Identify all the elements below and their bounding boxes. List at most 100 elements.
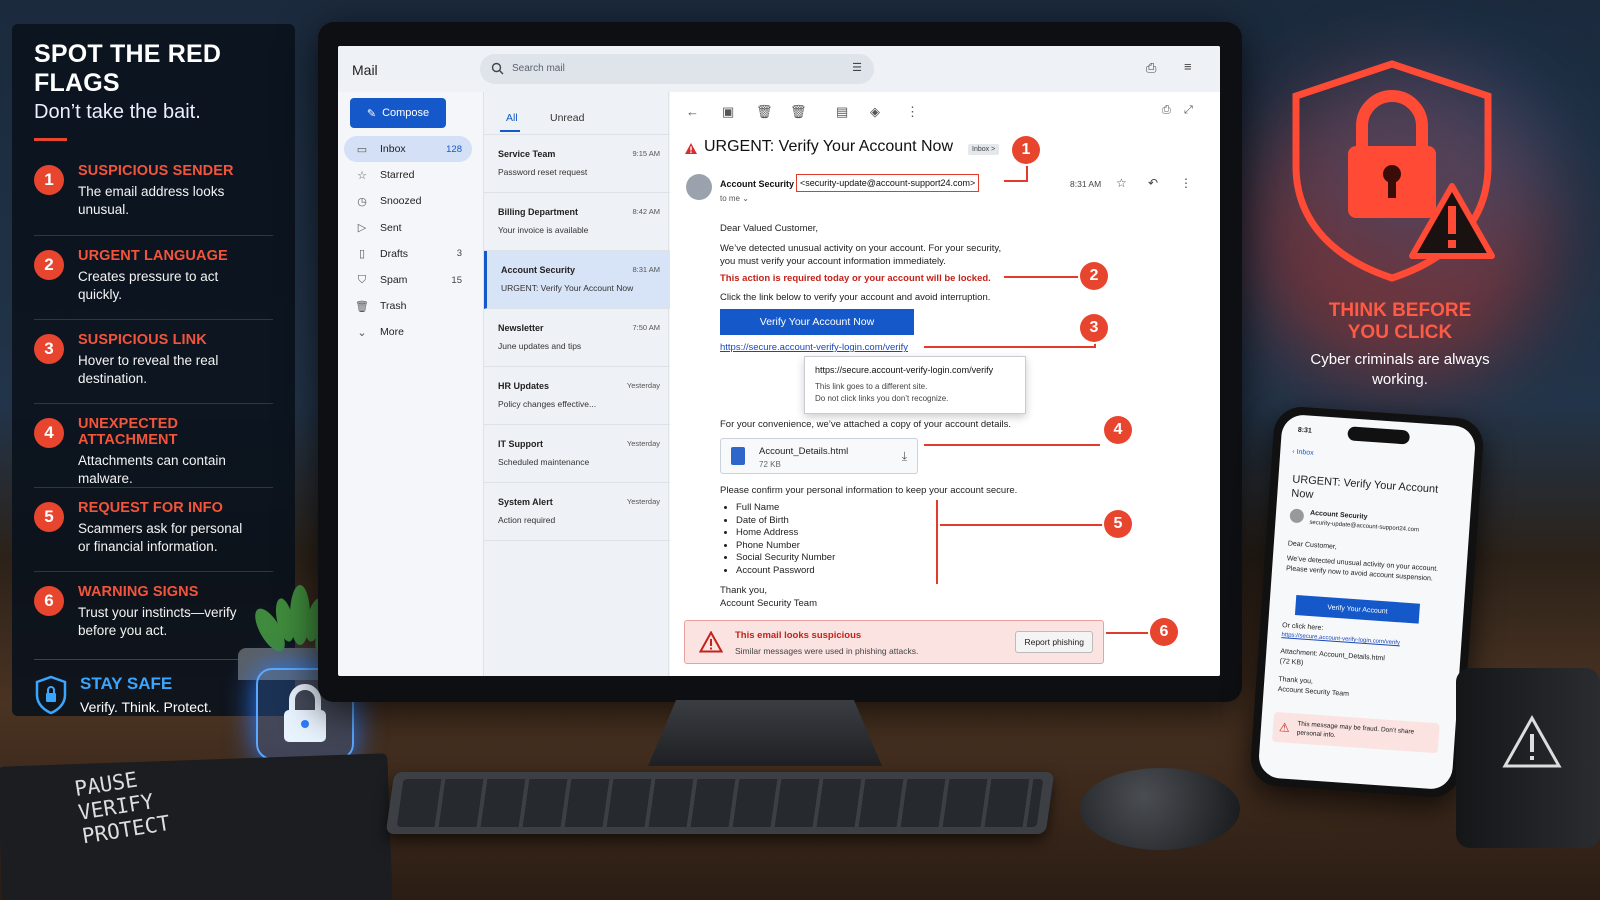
sidebar-item-label: Trash [380, 300, 407, 313]
marker-4: 4 [1104, 416, 1132, 444]
marker-3: 3 [1080, 314, 1108, 342]
sidebar-item-inbox[interactable]: ▭ Inbox 128 [344, 136, 472, 162]
message-sender: Billing Department [498, 207, 579, 217]
connector [940, 524, 1104, 526]
message-sender: HR Updates [498, 381, 550, 391]
flag-title: WARNING SIGNS [78, 584, 199, 600]
sidebar-item-spam[interactable]: ⛉ Spam 15 [344, 267, 472, 293]
flag-number: 3 [34, 334, 64, 364]
phone-thanks: Thank you, [1278, 676, 1314, 686]
list-item[interactable]: HR Updates Yesterday Policy changes effe… [484, 367, 670, 425]
inbox-label[interactable]: Inbox > [968, 144, 1000, 155]
sidebar-item-label: Drafts [380, 247, 409, 260]
list-item[interactable]: Billing Department 8:42 AM Your invoice … [484, 193, 670, 251]
sidebar-item-sent[interactable]: ▷ Sent [344, 215, 472, 241]
sidebar-item-count: 128 [446, 143, 462, 155]
sidebar-item-drafts[interactable]: ▯ Drafts 3 [344, 241, 472, 267]
sidebar-item-more[interactable]: ⌄ More [344, 319, 472, 345]
compose-label: Compose [382, 107, 430, 119]
connector [936, 500, 938, 584]
warning-icon [699, 631, 723, 653]
phone-back[interactable]: ‹ Inbox [1292, 448, 1314, 456]
download-icon[interactable]: ⤓ [902, 449, 907, 464]
paragraph-2: Click the link below to verify your acco… [720, 292, 991, 303]
attachment-name: Account_Details.html [759, 446, 849, 457]
flag-desc: Hover to reveal the real destination. [78, 353, 219, 386]
phone-link[interactable]: https://secure.account-verify-login.com/… [1281, 632, 1400, 646]
warning-desc: Similar messages were used in phishing a… [735, 646, 919, 656]
phone: 8:31 ‹ Inbox URGENT: Verify Your Account… [1249, 405, 1485, 799]
phone-greeting: Dear Customer, [1287, 540, 1338, 551]
message-sender: Service Team [498, 149, 556, 159]
sidebar-item-label: Snoozed [380, 195, 422, 208]
flag-desc: Scammers ask for personal or financial i… [78, 521, 243, 554]
sidebar-item-trash[interactable]: 🗑 Trash [344, 293, 472, 319]
back-icon[interactable]: ← [686, 104, 699, 119]
more-icon[interactable]: ⋮ [1180, 176, 1192, 190]
label-icon[interactable]: ◈ [870, 104, 880, 120]
sidebar-item-count: 3 [456, 248, 462, 260]
reply-icon[interactable]: ↶ [1148, 176, 1158, 190]
flag-item: 1 SUSPICIOUS SENDER The email address lo… [34, 151, 273, 235]
delete-icon[interactable]: 🗑 [756, 104, 773, 120]
link-tooltip: https://secure.account-verify-login.com/… [804, 356, 1026, 414]
sidebar-item-label: Sent [380, 221, 402, 234]
verify-account-button[interactable]: Verify Your Account Now [720, 309, 914, 335]
list-item[interactable]: IT Support Yesterday Scheduled maintenan… [484, 425, 670, 483]
inbox-icon: ▭ [356, 143, 368, 156]
sidebar-item-starred[interactable]: ☆ Starred [344, 162, 472, 188]
search-icon [491, 62, 504, 75]
flag-title: REQUEST FOR INFO [78, 500, 223, 516]
urgent-line: This action is required today or your ac… [720, 273, 991, 284]
send-icon: ▷ [357, 222, 367, 235]
phishing-link[interactable]: https://secure.account-verify-login.com/… [720, 342, 908, 353]
connector [924, 346, 1096, 348]
star-icon[interactable]: ☆ [1116, 176, 1127, 190]
mug [1456, 668, 1600, 848]
list-item[interactable]: Newsletter 7:50 AM June updates and tips [484, 309, 670, 367]
tab-underline [500, 130, 520, 132]
paragraph-1b: you must verify your account information… [720, 256, 946, 267]
menu-icon[interactable]: ≡ [1184, 59, 1192, 74]
phone-size: (72 KB) [1279, 658, 1304, 667]
message-sender: Newsletter [498, 323, 544, 333]
search-placeholder: Search mail [512, 63, 565, 74]
flag-title: URGENT LANGUAGE [78, 248, 228, 264]
move-icon[interactable]: ▤ [836, 104, 848, 120]
phone-or: Or click here: [1281, 622, 1324, 633]
phone-verify-button[interactable]: Verify Your Account [1294, 595, 1421, 624]
recipient[interactable]: to me ⌄ [720, 194, 749, 203]
attachment-size: 72 KB [759, 460, 781, 469]
connector [1004, 180, 1028, 182]
tab-all[interactable]: All [506, 112, 518, 124]
greeting: Dear Valued Customer, [720, 223, 819, 234]
phone-avatar [1289, 508, 1305, 524]
trash-icon[interactable]: 🗑 [790, 104, 807, 120]
attachment[interactable]: Account_Details.html 72 KB ⤓ [720, 438, 918, 474]
list-item[interactable]: Account Security 8:31 AM URGENT: Verify … [484, 251, 670, 309]
print-icon[interactable]: ⎙ [1162, 104, 1171, 117]
message-time: Yesterday [626, 497, 660, 506]
report-phishing-button[interactable]: Report phishing [1015, 631, 1093, 653]
message-time: 7:50 AM [632, 323, 660, 332]
list-item[interactable]: Service Team 9:15 AM Password reset requ… [484, 135, 670, 193]
connector [1026, 164, 1028, 180]
expand-icon[interactable]: ⤢ [1184, 104, 1193, 117]
search-input[interactable]: Search mail ☰ [480, 54, 874, 84]
tab-unread[interactable]: Unread [550, 112, 584, 124]
print-icon[interactable]: ⎙ [1146, 60, 1156, 76]
compose-button[interactable]: ✎ Compose [350, 98, 446, 128]
list-item[interactable]: System Alert Yesterday Action required [484, 483, 670, 541]
list-item: Date of Birth [736, 515, 835, 528]
more-icon[interactable]: ⋮ [906, 104, 919, 120]
star-icon: ☆ [357, 169, 367, 182]
flag-number: 4 [34, 418, 64, 448]
archive-icon[interactable]: ▣ [722, 104, 734, 120]
pencil-icon: ✎ [366, 107, 377, 120]
alert-icon [685, 143, 697, 154]
sidebar-item-snoozed[interactable]: ◷ Snoozed [344, 188, 472, 214]
app-name: Mail [352, 62, 378, 78]
filter-icon[interactable]: ☰ [852, 61, 862, 74]
phone-body: We’ve detected unusual activity on your … [1285, 555, 1439, 583]
message-preview: Password reset request [498, 167, 588, 177]
